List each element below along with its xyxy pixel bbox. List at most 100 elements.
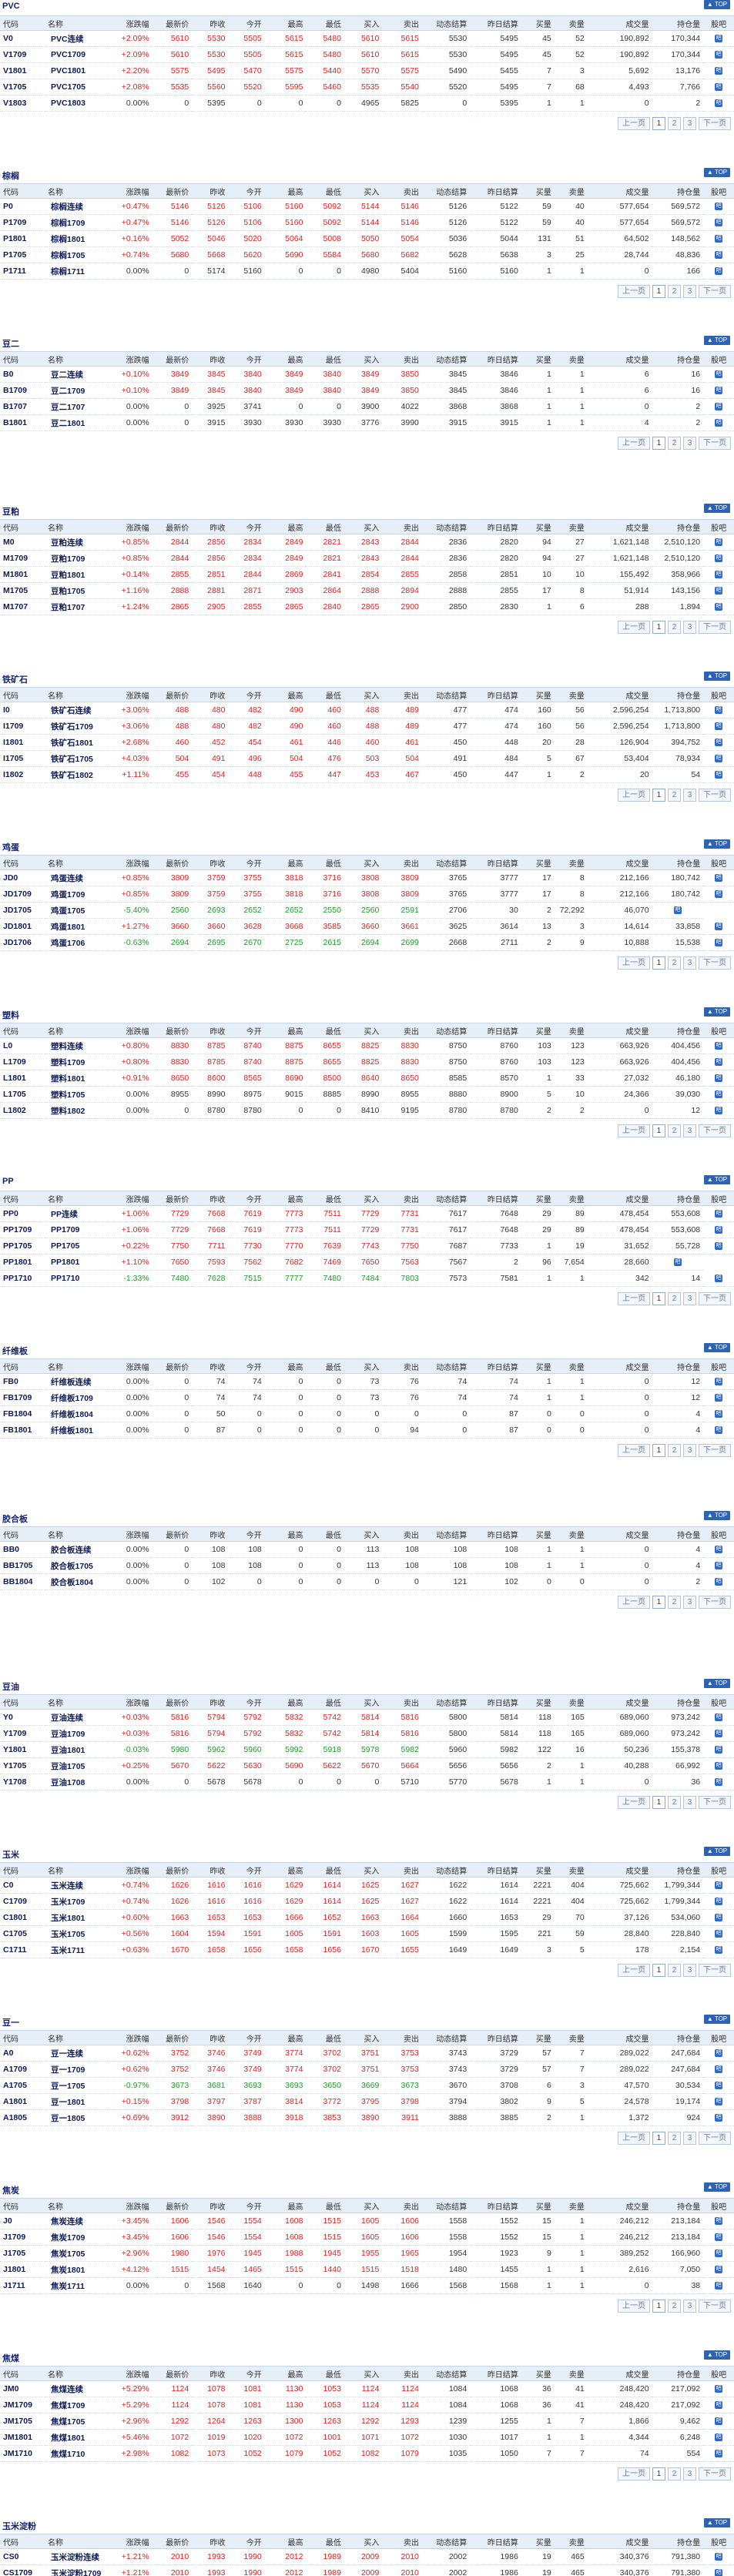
next-page-button[interactable]: 下一页 <box>699 789 731 802</box>
contract-code[interactable]: V1709 <box>0 46 45 63</box>
contract-name[interactable]: 塑料1705 <box>45 1086 103 1103</box>
column-header[interactable]: 动态结算 <box>421 687 471 702</box>
contract-code[interactable]: A1801 <box>0 2093 45 2110</box>
forum-icon[interactable]: 吧 <box>715 1881 723 1890</box>
column-header[interactable]: 名称 <box>45 1023 103 1038</box>
forum-icon[interactable]: 吧 <box>715 771 723 779</box>
table-row[interactable]: Y0 豆油连续 +0.03% 5816 5794 5792 5832 5742 5814 5816… <box>0 1709 734 1726</box>
column-header[interactable]: 动态结算 <box>421 2198 471 2213</box>
page-3-button[interactable]: 3 <box>683 956 696 970</box>
column-header[interactable]: 最低 <box>306 1694 344 1710</box>
contract-code[interactable]: L1801 <box>0 1070 45 1087</box>
contract-name[interactable]: 胶合板1804 <box>45 1573 103 1590</box>
forum-icon[interactable]: 吧 <box>715 2553 723 2561</box>
contract-code[interactable]: L1709 <box>0 1054 45 1070</box>
contract-code[interactable]: A1705 <box>0 2077 45 2094</box>
forum-cell[interactable]: 吧 <box>703 766 734 783</box>
page-3-button[interactable]: 3 <box>683 1124 696 1137</box>
table-row[interactable]: J0 焦炭连续 +3.45% 1606 1546 1554 1608 1515 1605 1606… <box>0 2213 734 2229</box>
column-header[interactable]: 卖出 <box>382 2030 422 2045</box>
column-header[interactable]: 代码 <box>0 2366 45 2381</box>
column-header[interactable]: 代码 <box>0 15 45 31</box>
column-header[interactable]: 代码 <box>0 1191 45 1206</box>
column-header[interactable]: 持仓量 <box>652 183 704 199</box>
contract-name[interactable]: 棕榈1705 <box>45 246 103 263</box>
contract-name[interactable]: 胶合板1705 <box>45 1557 103 1574</box>
column-header[interactable]: 名称 <box>45 2030 103 2045</box>
forum-cell[interactable]: 吧 <box>703 2229 734 2246</box>
back-to-top-button[interactable]: ▲ TOP <box>704 1343 730 1352</box>
column-header[interactable]: 名称 <box>45 2534 103 2549</box>
column-header[interactable]: 股吧 <box>703 2198 734 2213</box>
forum-icon[interactable]: 吧 <box>715 387 723 395</box>
column-header[interactable]: 卖量 <box>554 519 588 534</box>
back-to-top-button[interactable]: ▲ TOP <box>704 168 730 177</box>
forum-cell[interactable]: 吧 <box>703 1709 734 1726</box>
forum-icon[interactable]: 吧 <box>715 538 723 547</box>
contract-code[interactable]: P1705 <box>0 246 45 263</box>
contract-code[interactable]: BB0 <box>0 1541 45 1558</box>
column-header[interactable]: 名称 <box>45 1526 103 1542</box>
column-header[interactable]: 持仓量 <box>652 15 704 31</box>
column-header[interactable]: 股吧 <box>703 1862 734 1878</box>
contract-name[interactable]: 棕榈1709 <box>45 214 103 231</box>
forum-cell[interactable]: 吧 <box>703 2445 734 2462</box>
table-row[interactable]: B0 豆二连续 +0.10% 3849 3845 3840 3849 3840 3849 3850… <box>0 366 734 383</box>
contract-name[interactable]: 胶合板连续 <box>45 1541 103 1558</box>
forum-cell[interactable]: 吧 <box>703 382 734 399</box>
page-3-button[interactable]: 3 <box>683 2132 696 2145</box>
page-1-button[interactable]: 1 <box>652 437 665 450</box>
column-header[interactable]: 代码 <box>0 855 45 870</box>
forum-cell[interactable]: 吧 <box>703 1054 734 1070</box>
column-header[interactable]: 昨日结算 <box>470 687 521 702</box>
column-header[interactable]: 买入 <box>344 2030 383 2045</box>
contract-name[interactable]: 豆粕1705 <box>45 582 103 599</box>
column-header[interactable]: 股吧 <box>703 2366 734 2381</box>
contract-code[interactable]: J1709 <box>0 2229 45 2246</box>
column-header[interactable]: 代码 <box>0 1862 45 1878</box>
column-header[interactable]: 最新价 <box>152 1862 193 1878</box>
column-header[interactable]: 持仓量 <box>652 1023 704 1038</box>
column-header[interactable]: 最低 <box>306 2198 344 2213</box>
column-header[interactable]: 持仓量 <box>652 519 704 534</box>
forum-cell[interactable]: 吧 <box>703 2413 734 2430</box>
forum-icon[interactable]: 吧 <box>715 1074 723 1083</box>
column-header[interactable]: 昨日结算 <box>470 855 521 870</box>
forum-cell[interactable]: 吧 <box>703 2077 734 2094</box>
column-header[interactable]: 持仓量 <box>652 687 704 702</box>
column-header[interactable]: 涨跌幅 <box>102 1191 152 1206</box>
contract-name[interactable]: PVC1803 <box>45 95 103 112</box>
forum-icon[interactable]: 吧 <box>715 1762 723 1770</box>
column-header[interactable]: 动态结算 <box>421 1191 471 1206</box>
table-row[interactable]: I1802 铁矿石1802 +1.11% 455 454 448 455 447 453 467 4… <box>0 766 734 783</box>
forum-cell[interactable]: 吧 <box>703 2429 734 2446</box>
column-header[interactable]: 卖出 <box>382 1358 422 1374</box>
table-row[interactable]: A1705 豆一1705 -0.97% 3673 3681 3693 3693 3650 366… <box>0 2077 734 2094</box>
forum-cell[interactable]: 吧 <box>703 263 734 280</box>
forum-cell[interactable]: 吧 <box>703 214 734 231</box>
table-row[interactable]: A0 豆一连续 +0.62% 3752 3746 3749 3774 3702 3751 3753… <box>0 2045 734 2062</box>
column-header[interactable]: 最低 <box>306 2366 344 2381</box>
column-header[interactable]: 代码 <box>0 1023 45 1038</box>
column-header[interactable]: 卖出 <box>382 1023 422 1038</box>
contract-code[interactable]: PP1705 <box>0 1238 45 1255</box>
contract-name[interactable]: 豆一1705 <box>45 2077 103 2094</box>
table-row[interactable]: Y1705 豆油1705 +0.25% 5670 5622 5630 5690 5622 567… <box>0 1757 734 1774</box>
column-header[interactable]: 买量 <box>521 183 555 199</box>
table-row[interactable]: JD1705 鸡蛋1705 -5.40% 2560 2693 2652 2652 2550 25… <box>0 902 734 919</box>
forum-icon[interactable]: 吧 <box>715 1090 723 1099</box>
forum-cell[interactable]: 吧 <box>703 2245 734 2262</box>
table-row[interactable]: PP1705 PP1705 +0.22% 7750 7711 7730 7770 7639 77… <box>0 1238 734 1255</box>
contract-code[interactable]: C1709 <box>0 1893 45 1910</box>
contract-code[interactable]: BB1804 <box>0 1573 45 1590</box>
prev-page-button[interactable]: 上一页 <box>618 1124 650 1137</box>
contract-name[interactable]: 玉米1711 <box>45 1941 103 1958</box>
contract-code[interactable]: C1705 <box>0 1925 45 1942</box>
column-header[interactable]: 买量 <box>521 1694 555 1710</box>
forum-cell[interactable]: 吧 <box>703 750 734 767</box>
contract-code[interactable]: J0 <box>0 2213 45 2229</box>
page-3-button[interactable]: 3 <box>683 117 696 130</box>
forum-icon[interactable]: 吧 <box>715 35 723 43</box>
column-header[interactable]: 昨收 <box>192 1191 229 1206</box>
contract-name[interactable]: PP1709 <box>45 1221 103 1238</box>
